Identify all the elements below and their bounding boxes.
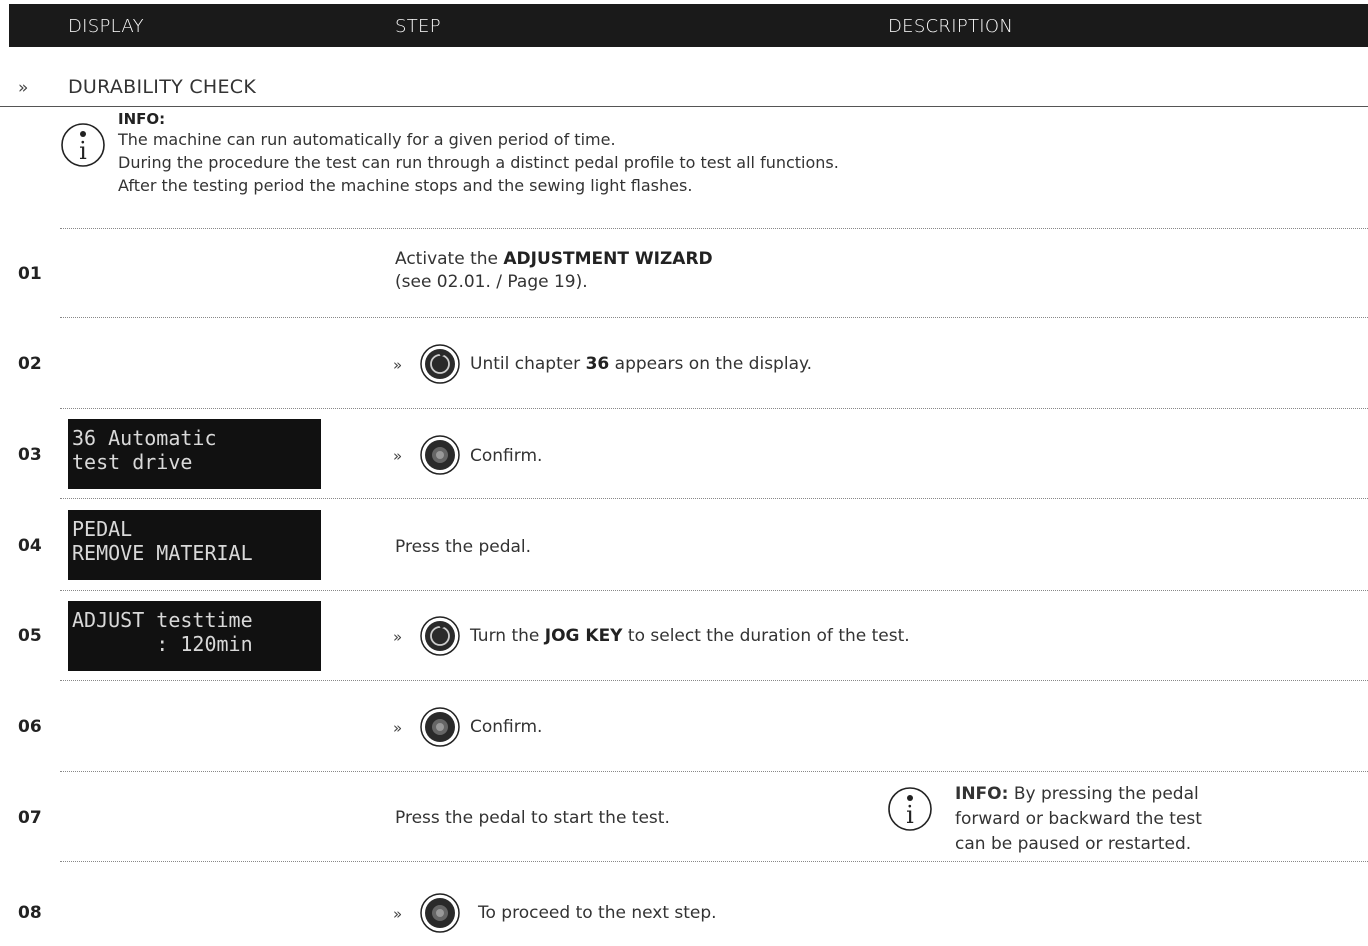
info-line: The machine can run automatically for a … <box>118 130 616 149</box>
section-title: DURABILITY CHECK <box>68 76 257 98</box>
step-number: 05 <box>18 626 42 646</box>
info-line: During the procedure the test can run th… <box>118 153 839 172</box>
step-number: 03 <box>18 445 42 465</box>
column-header-step: STEP <box>395 16 441 37</box>
step-description: To proceed to the next step. <box>478 903 717 923</box>
table-header: DISPLAY STEP DESCRIPTION <box>9 4 1368 47</box>
confirm-button-icon <box>420 893 460 933</box>
step-description-line2: (see 02.01. / Page 19). <box>395 272 588 292</box>
svg-text:i: i <box>79 137 87 165</box>
lcd-display: ADJUST testtime : 120min <box>68 601 321 671</box>
row-divider <box>60 861 1368 862</box>
info-label: INFO: <box>118 110 166 128</box>
column-header-description: DESCRIPTION <box>888 16 1014 37</box>
info-icon: i <box>887 786 933 832</box>
step-description: Activate the ADJUSTMENT WIZARD <box>395 249 713 269</box>
row-divider <box>60 228 1368 229</box>
row-divider <box>60 680 1368 681</box>
lcd-display: 36 Automatic test drive <box>68 419 321 489</box>
info-note-text: INFO: By pressing the pedal forward or b… <box>955 784 1202 854</box>
step-number: 04 <box>18 536 42 556</box>
step-description: Confirm. <box>470 446 543 466</box>
row-divider <box>60 317 1368 318</box>
step-marker: » <box>393 628 403 646</box>
step-description: Until chapter 36 appears on the display. <box>470 354 813 374</box>
step-marker: » <box>393 356 403 374</box>
row-divider <box>60 408 1368 409</box>
row-divider <box>60 498 1368 499</box>
step-description: Confirm. <box>470 717 543 737</box>
row-divider <box>60 590 1368 591</box>
step-marker: » <box>393 905 403 923</box>
jog-dial-icon <box>420 344 460 384</box>
step-number: 07 <box>18 808 42 828</box>
lcd-display: PEDAL REMOVE MATERIAL <box>68 510 321 580</box>
info-icon: i <box>60 122 106 168</box>
step-marker: » <box>393 719 403 737</box>
row-divider <box>60 771 1368 772</box>
step-number: 01 <box>18 264 42 284</box>
step-number: 08 <box>18 903 42 923</box>
step-marker: » <box>393 447 403 465</box>
step-description: Press the pedal. <box>395 537 532 557</box>
confirm-button-icon <box>420 707 460 747</box>
confirm-button-icon <box>420 435 460 475</box>
info-line: After the testing period the machine sto… <box>118 176 693 195</box>
step-number: 02 <box>18 354 42 374</box>
svg-text:i: i <box>906 801 914 829</box>
jog-dial-icon <box>420 616 460 656</box>
column-header-display: DISPLAY <box>68 16 144 37</box>
step-description: Turn the JOG KEY to select the duration … <box>470 626 910 646</box>
step-number: 06 <box>18 717 42 737</box>
section-heading: » DURABILITY CHECK <box>0 76 1368 107</box>
section-marker: » <box>18 78 29 98</box>
step-description: Press the pedal to start the test. <box>395 808 670 828</box>
